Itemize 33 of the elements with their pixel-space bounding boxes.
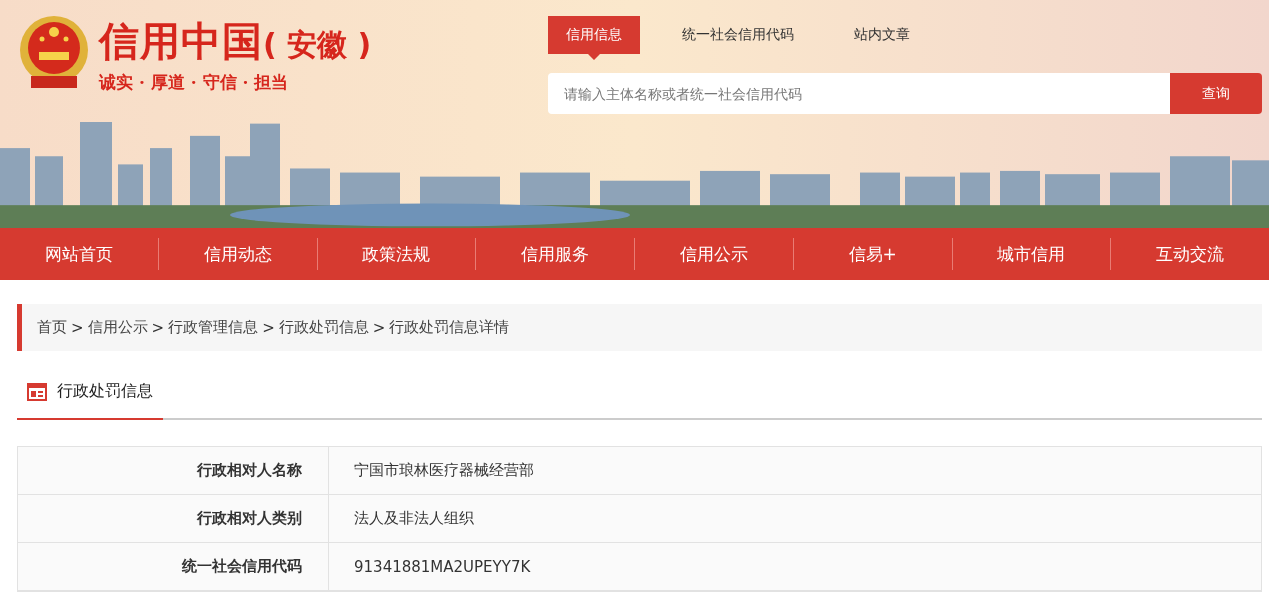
- document-icon: [27, 382, 47, 401]
- field-value: 法人及非法人组织: [353, 508, 474, 529]
- breadcrumb-separator: >: [151, 318, 165, 337]
- nav-link[interactable]: 城市信用: [952, 242, 1111, 266]
- site-title: 信用中国: [99, 17, 263, 66]
- field-value: 宁国市琅林医疗器械经营部: [353, 460, 534, 481]
- search-tab[interactable]: 站内文章: [836, 16, 928, 60]
- breadcrumb-separator: >: [262, 318, 275, 337]
- nav-link[interactable]: 信用公示: [635, 242, 793, 266]
- search-field[interactable]: 请输入主体名称或者统一社会信用代码: [548, 73, 1170, 114]
- field-label: 行政相对人类别: [18, 495, 329, 542]
- nav-link[interactable]: 网站首页: [0, 242, 158, 266]
- field-label: 统一社会信用代码: [18, 543, 329, 590]
- search-tab[interactable]: 信用信息: [548, 16, 640, 60]
- nav-link[interactable]: 互动交流: [1111, 242, 1269, 266]
- breadcrumb-link[interactable]: 信用公示: [87, 318, 148, 337]
- breadcrumb-link[interactable]: 行政处罚信息详情: [389, 318, 510, 337]
- site-region: ( 安徽 ): [263, 26, 372, 64]
- search-button[interactable]: 查询: [1170, 73, 1262, 114]
- breadcrumb-separator: >: [372, 318, 386, 337]
- nav-link[interactable]: 信易+: [793, 242, 952, 266]
- slogan: 诚实 · 厚道 · 守信 · 担当: [99, 71, 290, 94]
- field-value: 91341881MA2UPEYY7K: [353, 556, 531, 578]
- nav-link[interactable]: 信用服务: [476, 242, 634, 266]
- nav-link[interactable]: 政策法规: [317, 242, 476, 266]
- breadcrumb-link[interactable]: 首页: [37, 318, 67, 337]
- search-tab[interactable]: 统一社会信用代码: [664, 16, 812, 60]
- nav-link[interactable]: 信用动态: [158, 242, 317, 266]
- section-title: 行政处罚信息: [57, 381, 153, 402]
- breadcrumb-link[interactable]: 行政处罚信息: [278, 318, 369, 337]
- field-label: 行政相对人名称: [18, 447, 329, 494]
- breadcrumb-link[interactable]: 行政管理信息: [168, 318, 259, 337]
- breadcrumb-separator: >: [71, 318, 84, 337]
